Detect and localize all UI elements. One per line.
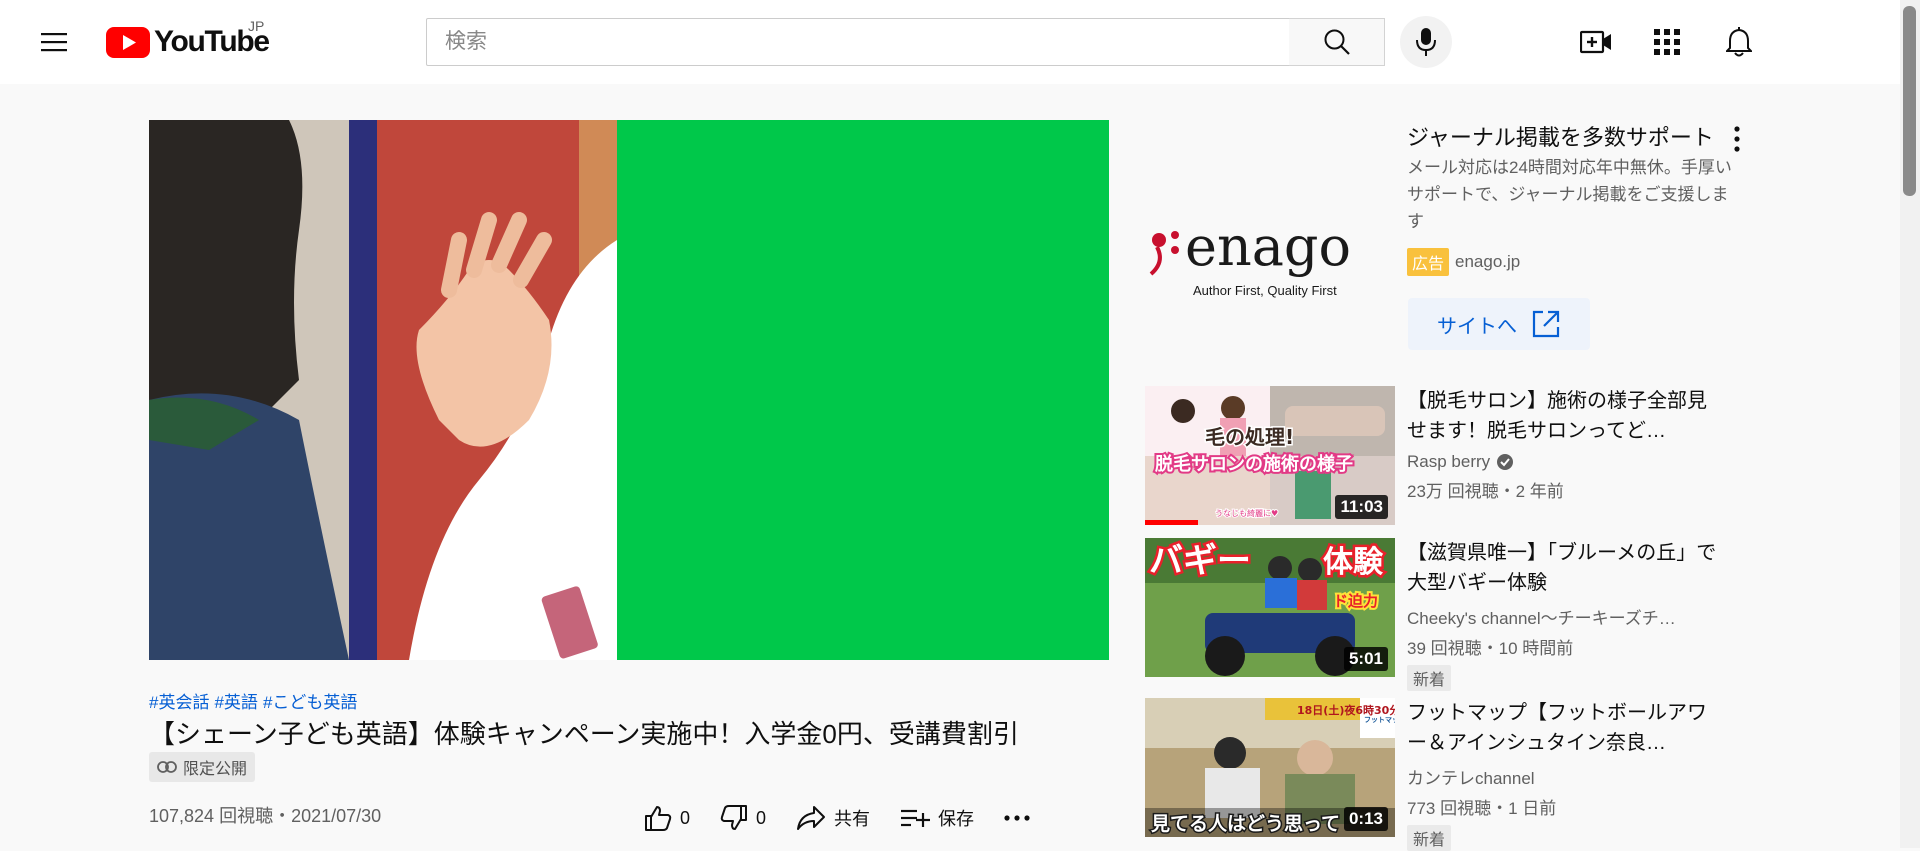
video-thumbnail[interactable]: 毛の処理! 脱毛サロンの施術の様子 うなじも綺麗に♥ 11:03: [1145, 386, 1395, 525]
verified-check-icon: [1497, 454, 1514, 470]
channel-name: Rasp berry: [1407, 452, 1717, 472]
masthead: YouTube JP: [0, 0, 1900, 84]
bell-icon: [1726, 27, 1752, 57]
thumbnail-caption: ド迫力: [1333, 592, 1378, 610]
youtube-logo[interactable]: YouTube JP: [106, 18, 270, 60]
video-thumbnail[interactable]: 18日(土)夜6時30分 見てる人はどう思って フットマップ 0:13: [1145, 698, 1395, 837]
view-count-age: 39 回視聴・10 時間前: [1407, 639, 1574, 658]
recommended-video[interactable]: 毛の処理! 脱毛サロンの施術の様子 うなじも綺麗に♥ 11:03 【脱毛サロン】…: [1145, 386, 1745, 526]
apps-button[interactable]: [1645, 20, 1689, 64]
video-title: フットマップ【フットボールアワー＆アインシュタイン奈良…: [1407, 702, 1707, 754]
thumbnail-caption: 18日(土)夜6時30分: [1297, 703, 1395, 717]
more-vertical-icon: [1734, 126, 1740, 152]
thumbs-up-icon: [645, 806, 672, 831]
channel-label: カンテレchannel: [1407, 769, 1535, 788]
channel-label: Rasp berry: [1407, 452, 1491, 471]
video-title: 【滋賀県唯一】「ブルーメの丘」で大型バギー体験: [1407, 542, 1717, 594]
menu-button[interactable]: [30, 20, 78, 64]
hashtag-link[interactable]: #英会話: [149, 693, 209, 712]
microphone-icon: [1416, 28, 1436, 56]
like-button[interactable]: 0: [644, 804, 690, 832]
privacy-badge: 限定公開: [149, 752, 256, 782]
share-button[interactable]: 共有: [796, 805, 870, 831]
hamburger-icon: [41, 33, 67, 52]
search-button[interactable]: [1289, 18, 1385, 66]
region-code: JP: [248, 18, 265, 34]
video-thumbnail[interactable]: バギー 体験 ド迫力 5:01: [1145, 538, 1395, 677]
view-count-age: 773 回視聴・1 日前: [1407, 799, 1557, 818]
hashtag-list: #英会話 #英語 #こども英語: [149, 688, 362, 713]
dislike-count: 0: [756, 807, 767, 828]
video-title: 【シェーン子ども英語】体験キャンペーン実施中！入学金0円、受講費割引: [149, 719, 1019, 749]
visit-site-button[interactable]: サイトへ: [1408, 298, 1590, 350]
video-frame-image: [149, 120, 617, 660]
channel-name: カンテレchannel: [1407, 764, 1717, 789]
page-scrollbar-thumb[interactable]: [1903, 6, 1916, 196]
video-duration: 11:03: [1335, 495, 1388, 519]
video-actions: 0 0 共有 保存: [644, 800, 1030, 836]
create-button[interactable]: [1574, 20, 1618, 64]
video-duration: 0:13: [1343, 807, 1388, 831]
recommended-video[interactable]: 18日(土)夜6時30分 見てる人はどう思って フットマップ 0:13 フットマ…: [1145, 698, 1745, 851]
visit-site-label: サイトへ: [1437, 315, 1517, 338]
advertiser-tagline: Author First, Quality First: [1193, 283, 1337, 298]
new-badge: 新着: [1407, 665, 1452, 691]
ad-badge: 広告: [1407, 248, 1450, 276]
view-count-date: 107,824 回視聴・2021/07/30: [149, 806, 382, 826]
search-input[interactable]: [426, 18, 1290, 66]
save-button[interactable]: 保存: [900, 805, 974, 831]
notifications-button[interactable]: [1717, 20, 1761, 64]
video-info: フットマップ【フットボールアワー＆アインシュタイン奈良… カンテレchannel…: [1407, 698, 1717, 851]
ad-meta: 広告 enago.jp: [1407, 248, 1520, 276]
thumbnail-caption: 脱毛サロンの施術の様子: [1155, 453, 1353, 475]
watch-progress-bar: [1145, 520, 1198, 525]
thumbnail-caption: バギー: [1149, 541, 1251, 581]
video-player[interactable]: [149, 120, 1109, 660]
share-label: 共有: [834, 809, 871, 829]
video-info: 【滋賀県唯一】「ブルーメの丘」で大型バギー体験 Cheeky's channel…: [1407, 538, 1717, 691]
view-count-age: 23万 回視聴・2 年前: [1407, 482, 1564, 501]
external-link-icon: [1532, 310, 1560, 338]
share-arrow-icon: [797, 806, 826, 830]
new-badge: 新着: [1407, 825, 1452, 851]
advertiser-logo-text: enago: [1185, 215, 1351, 278]
playlist-add-icon: [901, 809, 931, 827]
privacy-label: 限定公開: [183, 761, 248, 778]
thumbnail-caption: フットマップ: [1364, 715, 1395, 724]
ad-title: ジャーナル掲載を多数サポート: [1407, 125, 1714, 150]
search-icon: [1324, 29, 1350, 55]
more-horizontal-icon: [1004, 815, 1030, 821]
hashtag-link[interactable]: #こども英語: [263, 693, 357, 712]
video-duration: 5:01: [1343, 647, 1388, 671]
recommended-video[interactable]: バギー 体験 ド迫力 5:01 【滋賀県唯一】「ブルーメの丘」で大型バギー体験 …: [1145, 538, 1745, 691]
save-label: 保存: [938, 809, 975, 829]
channel-label: Cheeky's channel〜チーキーズチ…: [1407, 609, 1676, 628]
thumbnail-caption: 毛の処理!: [1205, 425, 1294, 449]
promoted-ad[interactable]: enago Author First, Quality First ジャーナル掲…: [1145, 110, 1745, 350]
thumbnail-caption: うなじも綺麗に♥: [1215, 508, 1278, 518]
ad-description: メール対応は24時間対応年中無休。手厚いサポートで、ジャーナル掲載をご支援します: [1407, 158, 1732, 231]
ad-domain: enago.jp: [1455, 252, 1521, 271]
ad-options-button[interactable]: [1725, 124, 1749, 154]
link-icon: [157, 761, 177, 773]
youtube-play-icon: [106, 26, 150, 58]
more-actions-button[interactable]: [1004, 815, 1030, 821]
thumbnail-caption: 体験: [1323, 545, 1384, 580]
video-info: 【脱毛サロン】施術の様子全部見せます！脱毛サロンってど… Rasp berry …: [1407, 386, 1717, 502]
thumbs-down-icon: [720, 805, 748, 830]
dislike-button[interactable]: 0: [720, 804, 766, 832]
advertiser-logo: enago Author First, Quality First: [1145, 190, 1395, 310]
channel-name: Cheeky's channel〜チーキーズチ…: [1407, 604, 1717, 629]
voice-search-button[interactable]: [1400, 16, 1452, 68]
apps-grid-icon: [1654, 29, 1680, 55]
thumbnail-caption: 見てる人はどう思って: [1151, 813, 1340, 835]
video-plus-icon: [1580, 30, 1611, 54]
video-title: 【脱毛サロン】施術の様子全部見せます！脱毛サロンってど…: [1407, 390, 1707, 442]
like-count: 0: [680, 807, 691, 828]
hashtag-link[interactable]: #英語: [214, 693, 257, 712]
